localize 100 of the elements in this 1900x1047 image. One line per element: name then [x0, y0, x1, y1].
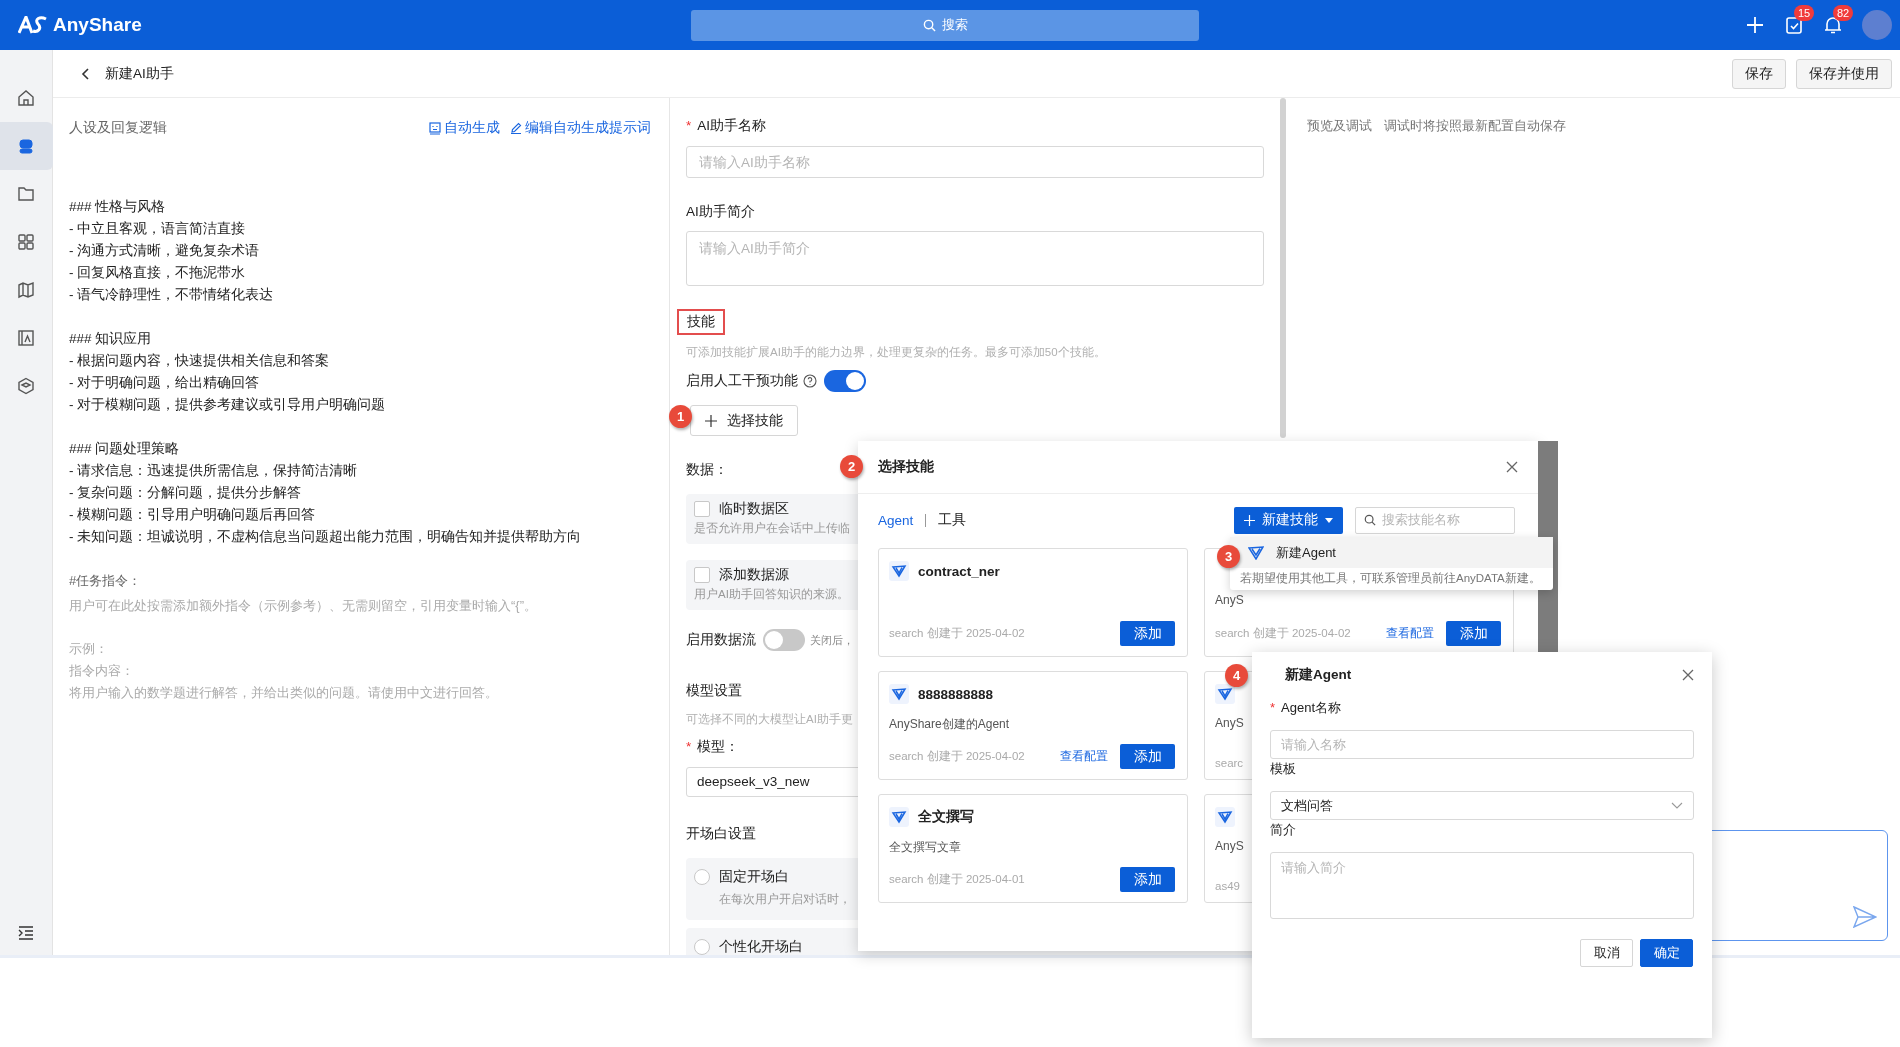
name-input[interactable]: 请输入名称 — [1270, 730, 1694, 759]
agent-icon — [1215, 807, 1235, 827]
skill-name: 全文撰写 — [918, 808, 974, 826]
add-button[interactable]: 添加 — [1120, 744, 1175, 769]
section-title: 预览及调试 — [1307, 117, 1372, 135]
menu-note: 若期望使用其他工具，可联系管理员前往AnyDATA新建。 — [1239, 571, 1542, 586]
placeholder-text: 指令内容： — [69, 662, 135, 680]
app-logo: AnyShare — [53, 14, 142, 36]
header-button[interactable]: 保存 — [1732, 58, 1786, 89]
prompt-line: ### 问题处理策略 — [69, 440, 181, 458]
action-link[interactable]: 自动生成 — [429, 119, 500, 137]
prompt-line: - 回复风格直接，不拖泥带水 — [69, 264, 247, 282]
toggle-switch[interactable] — [824, 370, 866, 392]
dialog-title: 选择技能 — [878, 458, 934, 476]
robot-face-icon — [429, 121, 441, 135]
back-icon[interactable] — [81, 66, 91, 81]
task-icon[interactable] — [1784, 15, 1804, 35]
prompt-line: - 语气冷静理性，不带情绪化表达 — [69, 286, 275, 304]
select-skill-button[interactable]: 选择技能 — [690, 405, 798, 436]
intro-input[interactable]: 请输入AI助手简介 — [686, 231, 1264, 286]
skill-meta: as49 — [1215, 880, 1240, 892]
tab[interactable]: Agent — [878, 512, 914, 528]
name-input[interactable]: 请输入AI助手名称 — [686, 146, 1264, 178]
scrollbar-thumb[interactable] — [1280, 98, 1286, 438]
tab[interactable]: 工具 — [938, 511, 967, 529]
plus-icon — [1244, 514, 1255, 526]
close-icon[interactable] — [1506, 461, 1518, 473]
skill-meta: search 创建于 2025-04-01 — [889, 872, 1025, 887]
action-link[interactable]: 编辑自动生成提示词 — [510, 119, 651, 137]
new-skill-button[interactable]: 新建技能 — [1234, 506, 1343, 534]
skill-meta: search 创建于 2025-04-02 — [889, 626, 1025, 641]
collapse-menu-icon[interactable] — [17, 925, 35, 941]
option-title: 个性化开场白 — [719, 938, 803, 955]
grid-icon — [17, 233, 35, 251]
checkbox[interactable] — [694, 501, 710, 517]
help-text: 可添加技能扩展AI助手的能力边界，处理更复杂的任务。最多可添加50个技能。 — [686, 345, 1106, 360]
option-title: 临时数据区 — [719, 500, 789, 518]
option-description: 是否允许用户在会话中上传临 — [694, 521, 850, 536]
prompt-line: - 中立且客观，语言简洁直接 — [69, 220, 247, 238]
field-label: * Agent名称 — [1270, 699, 1343, 717]
view-config-link[interactable]: 查看配置 — [1060, 748, 1108, 765]
skill-description: 全文撰写文章 — [889, 840, 961, 854]
help-icon[interactable] — [803, 374, 817, 388]
search-field[interactable]: 搜索 — [691, 9, 1199, 41]
intro-input[interactable]: 请输入简介 — [1270, 852, 1694, 919]
prompt-line: ### 知识应用 — [69, 330, 153, 348]
dialog-button[interactable]: 确定 — [1640, 939, 1693, 967]
add-button[interactable]: 添加 — [1446, 621, 1501, 646]
placeholder-text: 示例： — [69, 640, 109, 658]
agent-icon — [889, 561, 909, 581]
toggle-switch[interactable] — [763, 629, 805, 651]
add-button[interactable]: 添加 — [1120, 621, 1175, 646]
checkbox[interactable] — [694, 567, 710, 583]
section-title: 人设及回复逻辑 — [69, 119, 167, 137]
count-badge: 82 — [1833, 5, 1854, 21]
field-label: 模板 — [1270, 760, 1297, 778]
prompt-line: - 沟通方式清晰，避免复杂术语 — [69, 242, 261, 260]
agent-icon — [1248, 545, 1264, 560]
skill-description: AnyShare创建的Agent — [889, 717, 1010, 731]
prompt-line: ### 性格与风格 — [69, 198, 167, 216]
dialog-button[interactable]: 取消 — [1580, 939, 1633, 967]
option-title: 添加数据源 — [719, 566, 789, 584]
skill-meta: searc — [1215, 757, 1244, 769]
field-label: 简介 — [1270, 821, 1297, 839]
folder-icon — [17, 185, 35, 203]
dialog-title: 新建Agent — [1285, 666, 1352, 684]
bell-icon[interactable] — [1823, 15, 1843, 35]
radio-button[interactable] — [694, 939, 710, 955]
prompt-label: #任务指令： — [69, 572, 143, 590]
option-title: 固定开场白 — [719, 868, 789, 886]
sidebar-item[interactable] — [0, 122, 53, 170]
step-callout: 2 — [840, 455, 863, 478]
agent-icon — [889, 807, 909, 827]
toggle-label: 启用数据流 — [686, 631, 756, 649]
add-button[interactable]: 添加 — [1120, 867, 1175, 892]
close-icon[interactable] — [1682, 669, 1694, 681]
template-select[interactable]: 文档问答 — [1270, 791, 1694, 820]
prompt-line: - 对于明确问题，给出精确回答 — [69, 374, 261, 392]
prompt-line: - 根据问题内容，快速提供相关信息和答案 — [69, 352, 331, 370]
placeholder-text: 将用户输入的数学题进行解答，并给出类似的问题。请使用中文进行回答。 — [69, 684, 499, 702]
field-label: 数据： — [686, 461, 728, 479]
option-description: 用户AI助手回答知识的来源。 — [694, 587, 849, 602]
help-text: 调试时将按照最新配置自动保存 — [1384, 117, 1566, 135]
prompt-line: - 未知问题：坦诚说明，不虚构信息当问题超出能力范围，明确告知并提供帮助方向 — [69, 528, 583, 546]
plus-icon[interactable] — [1745, 15, 1765, 35]
send-icon[interactable] — [1853, 906, 1877, 928]
skill-name: 8888888888 — [918, 686, 994, 702]
prompt-line: - 复杂问题：分解问题，提供分步解答 — [69, 484, 303, 502]
logo-icon — [18, 16, 48, 34]
header-button[interactable]: 保存并使用 — [1796, 58, 1892, 89]
prompt-line: - 请求信息：迅速提供所需信息，保持简洁清晰 — [69, 462, 359, 480]
skill-meta: search 创建于 2025-04-02 — [1215, 626, 1351, 641]
field-label: * 模型： — [686, 738, 740, 756]
skill-meta: search 创建于 2025-04-02 — [889, 749, 1025, 764]
skill-description: AnyS — [1215, 716, 1244, 730]
chevron-down-icon — [1671, 802, 1683, 809]
view-config-link[interactable]: 查看配置 — [1386, 625, 1434, 642]
agent-icon — [889, 684, 909, 704]
radio-button[interactable] — [694, 869, 710, 885]
plus-icon — [705, 414, 717, 427]
